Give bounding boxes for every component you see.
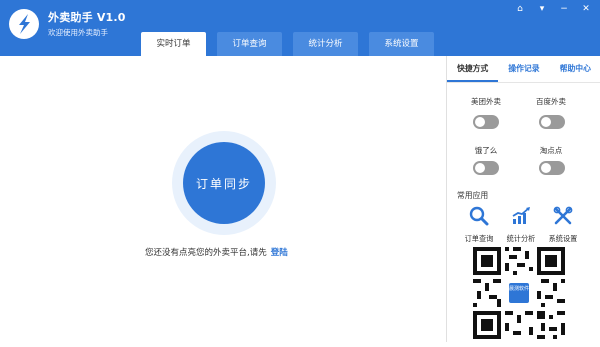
toggle-taodiandian[interactable] xyxy=(539,161,565,175)
sidebar-tab-shortcuts[interactable]: 快捷方式 xyxy=(447,56,499,82)
minimize-icon[interactable]: − xyxy=(558,3,570,15)
title-bar: 外卖助手 V1.0 欢迎使用外卖助手 ⌂ ▾ − ✕ 实时订单 订单查询 统计分… xyxy=(0,0,600,56)
tab-settings[interactable]: 系统设置 xyxy=(369,32,434,56)
main-panel: 订单同步 您还没有点亮您的外卖平台,请先 登陆 xyxy=(0,56,446,342)
app-statistics[interactable]: 统计分析 xyxy=(499,206,543,244)
app-logo-icon xyxy=(9,9,39,39)
sidebar-tabs: 快捷方式 操作记录 帮助中心 xyxy=(447,56,600,83)
tab-statistics[interactable]: 统计分析 xyxy=(293,32,358,56)
app-title: 外卖助手 V1.0 xyxy=(48,11,126,24)
close-icon[interactable]: ✕ xyxy=(580,3,592,15)
toggle-knob xyxy=(475,117,485,127)
toggle-knob xyxy=(541,117,551,127)
toggle-baidu[interactable] xyxy=(539,115,565,129)
tab-realtime-orders[interactable]: 实时订单 xyxy=(141,32,206,56)
login-hint: 您还没有点亮您的外卖平台,请先 登陆 xyxy=(145,246,288,258)
toggle-knob xyxy=(541,163,551,173)
order-sync-button[interactable]: 订单同步 xyxy=(183,142,265,224)
app-subtitle: 欢迎使用外卖助手 xyxy=(48,28,108,37)
main-tabs: 实时订单 订单查询 统计分析 系统设置 xyxy=(141,32,434,56)
chart-icon xyxy=(512,207,530,224)
window-controls: ⌂ ▾ − ✕ xyxy=(514,3,592,15)
platform-label-taodiandian: 淘点点 xyxy=(539,146,563,155)
toggle-meituan[interactable] xyxy=(473,115,499,129)
platform-label-baidu: 百度外卖 xyxy=(536,97,566,106)
login-link[interactable]: 登陆 xyxy=(271,248,288,258)
app-settings[interactable]: 系统设置 xyxy=(541,206,585,244)
sidebar-tab-operation-log[interactable]: 操作记录 xyxy=(498,56,549,82)
sidebar: 快捷方式 操作记录 帮助中心 美团外卖 百度外卖 饿了么 淘点点 常用应用 订单… xyxy=(446,56,600,343)
platform-label-eleme: 饿了么 xyxy=(474,146,498,155)
home-icon[interactable]: ⌂ xyxy=(514,3,526,15)
qr-code: 晨测软件 xyxy=(469,243,569,343)
tools-icon xyxy=(553,206,573,225)
toggle-eleme[interactable] xyxy=(473,161,499,175)
search-icon xyxy=(469,206,489,226)
tab-order-query[interactable]: 订单查询 xyxy=(217,32,282,56)
platform-label-meituan: 美团外卖 xyxy=(471,97,501,106)
sidebar-tab-help[interactable]: 帮助中心 xyxy=(550,56,600,82)
menu-icon[interactable]: ▾ xyxy=(536,3,548,15)
login-prompt-text: 您还没有点亮您的外卖平台,请先 xyxy=(145,248,267,258)
app-order-query[interactable]: 订单查询 xyxy=(457,206,501,244)
common-apps-title: 常用应用 xyxy=(457,191,489,200)
qr-badge: 晨测软件 xyxy=(509,283,529,303)
toggle-knob xyxy=(475,163,485,173)
